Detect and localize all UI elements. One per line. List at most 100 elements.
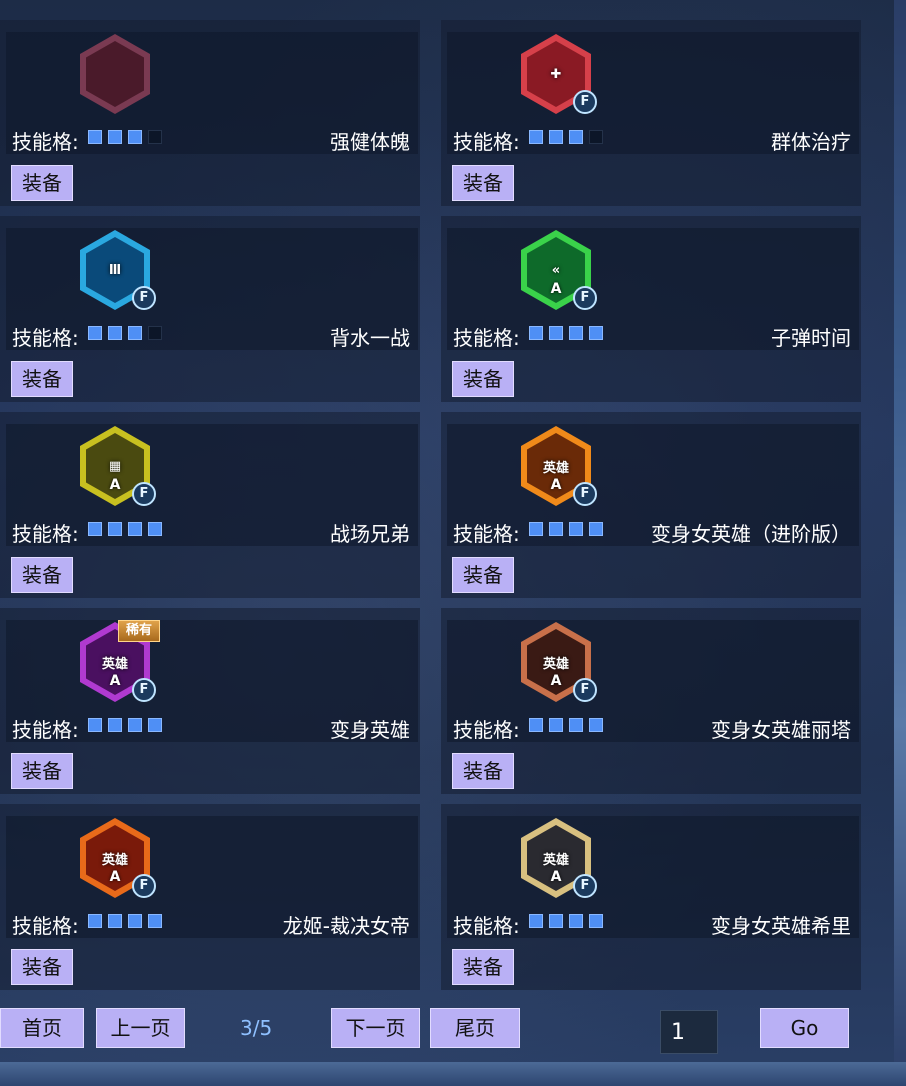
slot-filled — [108, 326, 122, 340]
slot-indicators — [88, 718, 168, 734]
slot-empty — [148, 326, 162, 340]
rare-tag: 稀有 — [118, 620, 160, 642]
equip-button[interactable]: 装备 — [452, 361, 514, 397]
bottom-edge — [0, 1062, 906, 1086]
page-number-input[interactable] — [660, 1010, 718, 1054]
slot-indicators — [529, 522, 609, 538]
first-page-button[interactable]: 首页 — [0, 1008, 84, 1048]
equip-button[interactable]: 装备 — [452, 165, 514, 201]
slot-filled — [589, 326, 603, 340]
equip-button[interactable]: 装备 — [452, 557, 514, 593]
tier-label: A — [109, 477, 121, 493]
slot-filled — [549, 914, 563, 928]
heroine-advanced-icon: 英雄 A F — [517, 422, 597, 508]
slot-label: 技能格: — [453, 130, 520, 154]
go-button[interactable]: Go — [760, 1008, 849, 1048]
f-key-badge: F — [573, 90, 597, 114]
tier-label: A — [550, 477, 562, 493]
slot-filled — [88, 914, 102, 928]
skill-name: 子弹时间 — [771, 326, 851, 350]
slot-filled — [108, 522, 122, 536]
slot-filled — [88, 326, 102, 340]
slot-filled — [589, 718, 603, 732]
slot-label: 技能格: — [12, 326, 79, 350]
skill-name: 强健体魄 — [330, 130, 410, 154]
f-key-badge: F — [132, 482, 156, 506]
slot-label: 技能格: — [453, 914, 520, 938]
slot-indicators — [529, 130, 609, 146]
slot-filled — [108, 914, 122, 928]
tier-label: A — [550, 869, 562, 885]
slot-label: 技能格: — [453, 326, 520, 350]
slot-filled — [128, 326, 142, 340]
page-indicator: 3/5 — [240, 1016, 273, 1040]
heroine-ciri-icon: 英雄 A F — [517, 814, 597, 900]
slot-filled — [148, 718, 162, 732]
equip-button[interactable]: 装备 — [11, 557, 73, 593]
slot-filled — [569, 522, 583, 536]
next-page-button[interactable]: 下一页 — [331, 1008, 420, 1048]
skill-name: 战场兄弟 — [330, 522, 410, 546]
tier-label: A — [109, 869, 121, 885]
slot-label: 技能格: — [12, 718, 79, 742]
skill-card: 英雄 A F 技能格: 变身女英雄（进阶版） 装备 — [441, 412, 861, 598]
skill-card: 英雄 A F 稀有 技能格: 变身英雄 装备 — [0, 608, 420, 794]
skill-card: ▦ A F 技能格: 战场兄弟装备 — [0, 412, 420, 598]
slot-filled — [549, 326, 563, 340]
slot-filled — [549, 130, 563, 144]
tier-label: A — [550, 673, 562, 689]
dragon-empress-icon: 英雄 A F — [76, 814, 156, 900]
slot-filled — [128, 522, 142, 536]
tier-label: A — [109, 673, 121, 689]
skill-card: Ⅲ F 技能格: 背水一战 装备 — [0, 216, 420, 402]
slot-filled — [108, 130, 122, 144]
slot-indicators — [88, 326, 168, 342]
f-key-badge: F — [573, 286, 597, 310]
f-key-badge: F — [573, 482, 597, 506]
equip-button[interactable]: 装备 — [11, 753, 73, 789]
bullet-time-icon: «A F — [517, 226, 597, 312]
equip-button[interactable]: 装备 — [452, 753, 514, 789]
slot-filled — [569, 130, 583, 144]
f-key-badge: F — [573, 874, 597, 898]
slot-label: 技能格: — [453, 522, 520, 546]
slot-filled — [88, 130, 102, 144]
slot-filled — [589, 522, 603, 536]
slot-filled — [128, 718, 142, 732]
heroine-rita-icon: 英雄 A F — [517, 618, 597, 704]
slot-indicators — [529, 718, 609, 734]
last-stand-icon: ⅢF — [76, 226, 156, 312]
prev-page-button[interactable]: 上一页 — [96, 1008, 185, 1048]
slot-label: 技能格: — [12, 522, 79, 546]
slot-filled — [569, 326, 583, 340]
slot-filled — [529, 914, 543, 928]
slot-indicators — [88, 522, 168, 538]
f-key-badge: F — [132, 874, 156, 898]
f-key-badge: F — [132, 286, 156, 310]
skill-card: 英雄 A F 技能格: 变身女英雄希里 装备 — [441, 804, 861, 990]
tier-label: A — [550, 281, 562, 297]
skill-card: 英雄 A F 技能格: 变身女英雄丽塔 装备 — [441, 608, 861, 794]
slot-label: 技能格: — [12, 914, 79, 938]
slot-indicators — [529, 914, 609, 930]
slot-indicators — [529, 326, 609, 342]
icon-glyph — [86, 41, 144, 107]
skill-name: 变身女英雄丽塔 — [711, 718, 851, 742]
slot-indicators — [88, 130, 168, 146]
last-page-button[interactable]: 尾页 — [430, 1008, 520, 1048]
slot-filled — [148, 522, 162, 536]
slot-filled — [529, 522, 543, 536]
equip-button[interactable]: 装备 — [11, 361, 73, 397]
equip-button[interactable]: 装备 — [11, 949, 73, 985]
f-key-badge: F — [132, 678, 156, 702]
slot-indicators — [88, 914, 168, 930]
slot-filled — [529, 718, 543, 732]
equip-button[interactable]: 装备 — [11, 165, 73, 201]
slot-filled — [88, 522, 102, 536]
skill-name: 群体治疗 — [771, 130, 851, 154]
slot-label: 技能格: — [12, 130, 79, 154]
muscle-icon — [76, 30, 156, 116]
battle-brother-icon: ▦ A F — [76, 422, 156, 508]
scene-edge — [894, 0, 906, 1086]
equip-button[interactable]: 装备 — [452, 949, 514, 985]
